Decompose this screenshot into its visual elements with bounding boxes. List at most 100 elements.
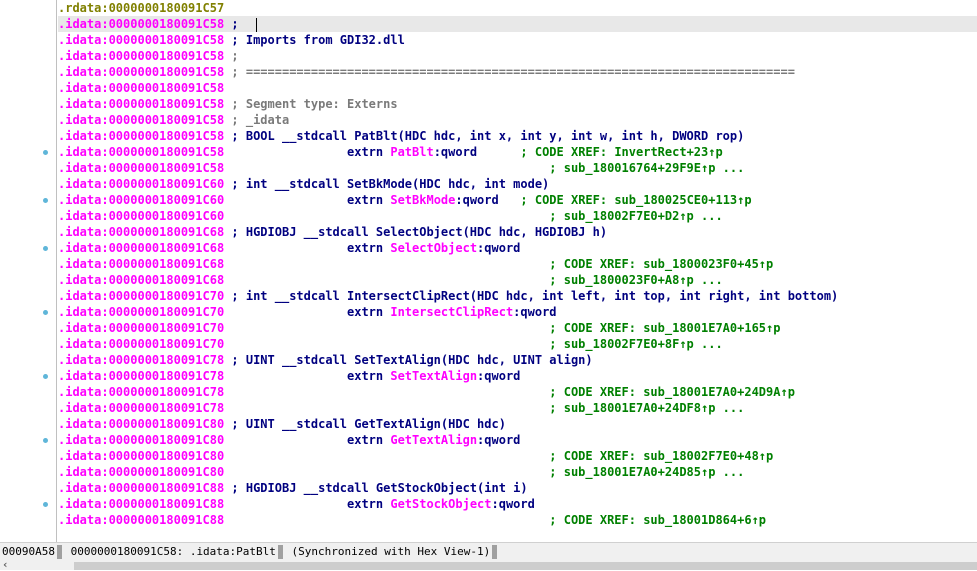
import-name[interactable]: IntersectClipRect — [390, 305, 513, 319]
line-address[interactable]: .idata:0000000180091C68 — [58, 240, 224, 256]
line-address[interactable]: .idata:0000000180091C78 — [58, 384, 224, 400]
status-separator — [56, 545, 62, 559]
import-name[interactable]: PatBlt — [390, 145, 433, 159]
code-text: extrn — [224, 193, 391, 207]
line-address[interactable]: .idata:0000000180091C58 — [58, 32, 224, 48]
listing-line[interactable]: .idata:0000000180091C58 ; sub_180016764+… — [58, 160, 977, 176]
import-name[interactable]: SelectObject — [390, 241, 477, 255]
horizontal-scrollbar[interactable]: ‹ — [0, 558, 977, 571]
line-address[interactable]: .idata:0000000180091C58 — [58, 96, 224, 112]
listing-line[interactable]: .idata:0000000180091C80 ; sub_18001E7A0+… — [58, 464, 977, 480]
xref-comment[interactable]: ; sub_1800023F0+A8↑p ... — [549, 273, 722, 287]
xref-comment[interactable]: ; sub_180016764+29F9E↑p ... — [549, 161, 744, 175]
code-text: :qword — [491, 497, 535, 511]
line-address[interactable]: .idata:0000000180091C80 — [58, 464, 224, 480]
listing-line[interactable]: .idata:0000000180091C78 ; sub_18001E7A0+… — [58, 400, 977, 416]
xref-comment[interactable]: ; sub_18001E7A0+24D85↑p ... — [549, 465, 744, 479]
line-address[interactable]: .idata:0000000180091C88 — [58, 512, 224, 528]
listing-line[interactable]: .idata:0000000180091C60 extrn SetBkMode:… — [58, 192, 977, 208]
xref-comment[interactable]: ; sub_18001E7A0+24DF8↑p ... — [549, 401, 744, 415]
listing-line[interactable]: .idata:0000000180091C58 ; _idata — [58, 112, 977, 128]
listing-line[interactable]: .idata:0000000180091C58 ; BOOL __stdcall… — [58, 128, 977, 144]
line-address[interactable]: .idata:0000000180091C60 — [58, 208, 224, 224]
listing-line[interactable]: .idata:0000000180091C58 ; Segment type: … — [58, 96, 977, 112]
line-address[interactable]: .idata:0000000180091C58 — [58, 144, 224, 160]
xref-comment[interactable]: ; CODE XREF: sub_180025CE0+113↑p — [520, 193, 751, 207]
scroll-left-icon[interactable]: ‹ — [2, 558, 9, 571]
xref-comment[interactable]: ; CODE XREF: sub_18001D864+6↑p — [549, 513, 766, 527]
line-address[interactable]: .idata:0000000180091C70 — [58, 336, 224, 352]
listing-line[interactable]: .idata:0000000180091C58 — [58, 80, 977, 96]
line-address[interactable]: .rdata:0000000180091C57 — [58, 0, 224, 16]
xref-comment[interactable]: ; CODE XREF: sub_18002F7E0+48↑p — [549, 449, 773, 463]
listing-line[interactable]: .idata:0000000180091C70 ; sub_18002F7E0+… — [58, 336, 977, 352]
line-address[interactable]: .idata:0000000180091C68 — [58, 224, 224, 240]
import-name[interactable]: SetTextAlign — [390, 369, 477, 383]
disassembly-listing[interactable]: .rdata:0000000180091C57 .idata:0000000180… — [58, 0, 977, 542]
listing-line[interactable]: .idata:0000000180091C70 extrn IntersectC… — [58, 304, 977, 320]
line-address[interactable]: .idata:0000000180091C60 — [58, 176, 224, 192]
listing-line[interactable]: .idata:0000000180091C60 ; sub_18002F7E0+… — [58, 208, 977, 224]
xref-marker-icon — [43, 150, 48, 155]
line-address[interactable]: .idata:0000000180091C78 — [58, 400, 224, 416]
listing-line[interactable]: .idata:0000000180091C80 extrn GetTextAli… — [58, 432, 977, 448]
xref-comment[interactable]: ; CODE XREF: sub_1800023F0+45↑p — [549, 257, 773, 271]
import-name[interactable]: GetStockObject — [390, 497, 491, 511]
import-name[interactable]: SetBkMode — [390, 193, 455, 207]
xref-comment[interactable]: ; sub_18002F7E0+8F↑p ... — [549, 337, 722, 351]
line-address[interactable]: .idata:0000000180091C58 — [58, 80, 224, 96]
line-address[interactable]: .idata:0000000180091C78 — [58, 352, 224, 368]
listing-line[interactable]: .idata:0000000180091C88 extrn GetStockOb… — [58, 496, 977, 512]
listing-line[interactable]: .idata:0000000180091C68 ; CODE XREF: sub… — [58, 256, 977, 272]
xref-comment[interactable]: ; CODE XREF: InvertRect+23↑p — [520, 145, 722, 159]
listing-line[interactable]: .idata:0000000180091C70 ; int __stdcall … — [58, 288, 977, 304]
listing-line[interactable]: .idata:0000000180091C78 ; UINT __stdcall… — [58, 352, 977, 368]
line-address[interactable]: .idata:0000000180091C60 — [58, 192, 224, 208]
listing-line[interactable]: .idata:0000000180091C68 extrn SelectObje… — [58, 240, 977, 256]
line-address[interactable]: .idata:0000000180091C58 — [58, 112, 224, 128]
line-address[interactable]: .idata:0000000180091C88 — [58, 496, 224, 512]
code-text: :qword — [477, 433, 521, 447]
line-address[interactable]: .idata:0000000180091C70 — [58, 320, 224, 336]
line-address[interactable]: .idata:0000000180091C58 — [58, 48, 224, 64]
line-address[interactable]: .idata:0000000180091C58 — [58, 16, 224, 32]
status-bar: 00090A58 0000000180091C58: .idata:PatBlt… — [0, 542, 977, 561]
line-address[interactable]: .idata:0000000180091C58 — [58, 128, 224, 144]
line-address[interactable]: .idata:0000000180091C80 — [58, 416, 224, 432]
listing-line[interactable]: .idata:0000000180091C78 ; CODE XREF: sub… — [58, 384, 977, 400]
line-address[interactable]: .idata:0000000180091C68 — [58, 272, 224, 288]
xref-comment[interactable]: ; CODE XREF: sub_18001E7A0+165↑p — [549, 321, 780, 335]
listing-line[interactable]: .idata:0000000180091C80 ; UINT __stdcall… — [58, 416, 977, 432]
line-address[interactable]: .idata:0000000180091C80 — [58, 448, 224, 464]
listing-line[interactable]: .idata:0000000180091C78 extrn SetTextAli… — [58, 368, 977, 384]
scrollbar-thumb[interactable] — [74, 562, 977, 570]
line-address[interactable]: .idata:0000000180091C58 — [58, 160, 224, 176]
listing-line[interactable]: .idata:0000000180091C58 ; ==============… — [58, 64, 977, 80]
listing-line[interactable]: .idata:0000000180091C60 ; int __stdcall … — [58, 176, 977, 192]
import-name[interactable]: GetTextAlign — [390, 433, 477, 447]
listing-line[interactable]: .idata:0000000180091C70 ; CODE XREF: sub… — [58, 320, 977, 336]
listing-line[interactable]: .idata:0000000180091C88 ; CODE XREF: sub… — [58, 512, 977, 528]
line-address[interactable]: .idata:0000000180091C58 — [58, 64, 224, 80]
line-address[interactable]: .idata:0000000180091C68 — [58, 256, 224, 272]
line-address[interactable]: .idata:0000000180091C78 — [58, 368, 224, 384]
gutter — [0, 0, 56, 542]
listing-line[interactable]: .idata:0000000180091C58 extrn PatBlt:qwo… — [58, 144, 977, 160]
line-address[interactable]: .idata:0000000180091C80 — [58, 432, 224, 448]
xref-comment[interactable]: ; CODE XREF: sub_18001E7A0+24D9A↑p — [549, 385, 795, 399]
listing-line[interactable]: .idata:0000000180091C80 ; CODE XREF: sub… — [58, 448, 977, 464]
line-address[interactable]: .idata:0000000180091C88 — [58, 480, 224, 496]
xref-comment[interactable]: ; sub_18002F7E0+D2↑p ... — [549, 209, 722, 223]
listing-line[interactable]: .idata:0000000180091C68 ; HGDIOBJ __stdc… — [58, 224, 977, 240]
listing-line[interactable]: .idata:0000000180091C58 ; — [58, 48, 977, 64]
listing-line[interactable]: .idata:0000000180091C58 ; — [58, 16, 977, 32]
listing-line[interactable]: .idata:0000000180091C88 ; HGDIOBJ __stdc… — [58, 480, 977, 496]
listing-line[interactable]: .rdata:0000000180091C57 — [58, 0, 977, 16]
line-address[interactable]: .idata:0000000180091C70 — [58, 288, 224, 304]
listing-line[interactable]: .idata:0000000180091C58 ; Imports from G… — [58, 32, 977, 48]
listing-line[interactable]: .idata:0000000180091C68 ; sub_1800023F0+… — [58, 272, 977, 288]
line-address[interactable]: .idata:0000000180091C70 — [58, 304, 224, 320]
